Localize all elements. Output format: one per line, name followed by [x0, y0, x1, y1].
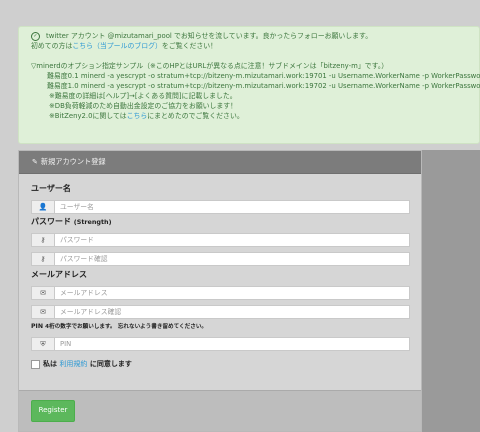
pin-label: PIN [31, 323, 44, 330]
pin-field-group: ⛨ [31, 337, 410, 351]
key-icon: ⚷ [32, 253, 55, 265]
notice-alert: ✓ twitter アカウント @mizutamari_pool でお知らせを流し… [18, 26, 480, 144]
password-label-wrap: パスワード (Strength) [31, 216, 112, 227]
email-field-group: ✉ [31, 286, 410, 300]
terms-agree: 私は 利用規約 に同意します [31, 359, 132, 369]
notice-note-difficulty: ※難易度の詳細は[ヘルプ]→[よくある質問]に記載しました。 [49, 92, 237, 100]
panel-header: ✎ 新規アカウント登録 [19, 151, 421, 174]
notice-first-visit-tail: をご覧ください！ [161, 42, 218, 50]
username-input[interactable] [60, 201, 400, 213]
edit-icon: ✎ [32, 158, 38, 166]
password-label: パスワード [31, 217, 71, 226]
terms-checkbox[interactable] [31, 359, 40, 369]
username-field-group: 👤 [31, 200, 410, 214]
username-label: ユーザー名 [31, 184, 71, 193]
terms-agree-prefix: 私は [43, 360, 57, 368]
shield-icon: ⛨ [32, 338, 55, 350]
password-strength: (Strength) [73, 218, 112, 226]
terms-link[interactable]: 利用規約 [59, 360, 87, 368]
notice-command-2: 難易度1.0 minerd -a yescrypt -o stratum+tcp… [47, 82, 480, 90]
bitzeny-link[interactable]: こちら [127, 112, 148, 120]
password-field-group: ⚷ [31, 233, 410, 247]
email-input[interactable] [60, 287, 400, 299]
envelope-icon: ✉ [32, 306, 55, 318]
email-label: メールアドレス [31, 270, 87, 279]
pin-label-wrap: PIN 4桁の数字でお願いします。 忘れないよう書き留めてください。 [31, 322, 207, 330]
notice-command-1: 難易度0.1 minerd -a yescrypt -o stratum+tcp… [47, 72, 480, 80]
panel-footer: Register [19, 390, 421, 431]
password-confirm-input[interactable] [60, 253, 400, 265]
password-input[interactable] [60, 234, 400, 246]
pin-input[interactable] [60, 338, 400, 350]
check-circle-icon: ✓ [31, 31, 40, 41]
notice-twitter-text: twitter アカウント @mizutamari_pool でお知らせを流して… [46, 32, 373, 40]
blog-link[interactable]: こちら（当プールのブログ） [72, 42, 162, 50]
key-icon: ⚷ [32, 234, 55, 246]
page-side-shade [422, 150, 480, 432]
pin-hint: 4桁の数字でお願いします。 [45, 324, 116, 330]
register-panel: ✎新規アカウント登録 ユーザー名 👤 パスワード (Strength) ⚷ ⚷ … [18, 150, 422, 432]
notice-note-db: ※DB負荷軽減のため自動出金設定のご協力をお願いします！ [49, 102, 238, 110]
email-confirm-input[interactable] [60, 306, 400, 318]
notice-note-bitzeny: ※BitZeny2.0に関しては [49, 112, 127, 120]
pin-hint-warning: 忘れないよう書き留めてください。 [117, 324, 208, 330]
register-button[interactable]: Register [31, 400, 75, 422]
notice-note-bitzeny-tail: にまとめたのでご覧ください。 [147, 112, 244, 120]
email-confirm-field-group: ✉ [31, 305, 410, 319]
envelope-icon: ✉ [32, 287, 55, 299]
notice-options-title: ▽minerdのオプション指定サンプル（※このHPとはURLが異なる点に注意！サ… [31, 62, 389, 70]
panel-title: 新規アカウント登録 [40, 157, 106, 166]
password-confirm-field-group: ⚷ [31, 252, 410, 266]
user-icon: 👤 [32, 201, 55, 213]
notice-first-visit-text: 初めての方は [31, 42, 73, 50]
terms-agree-suffix: に同意します [89, 360, 132, 368]
